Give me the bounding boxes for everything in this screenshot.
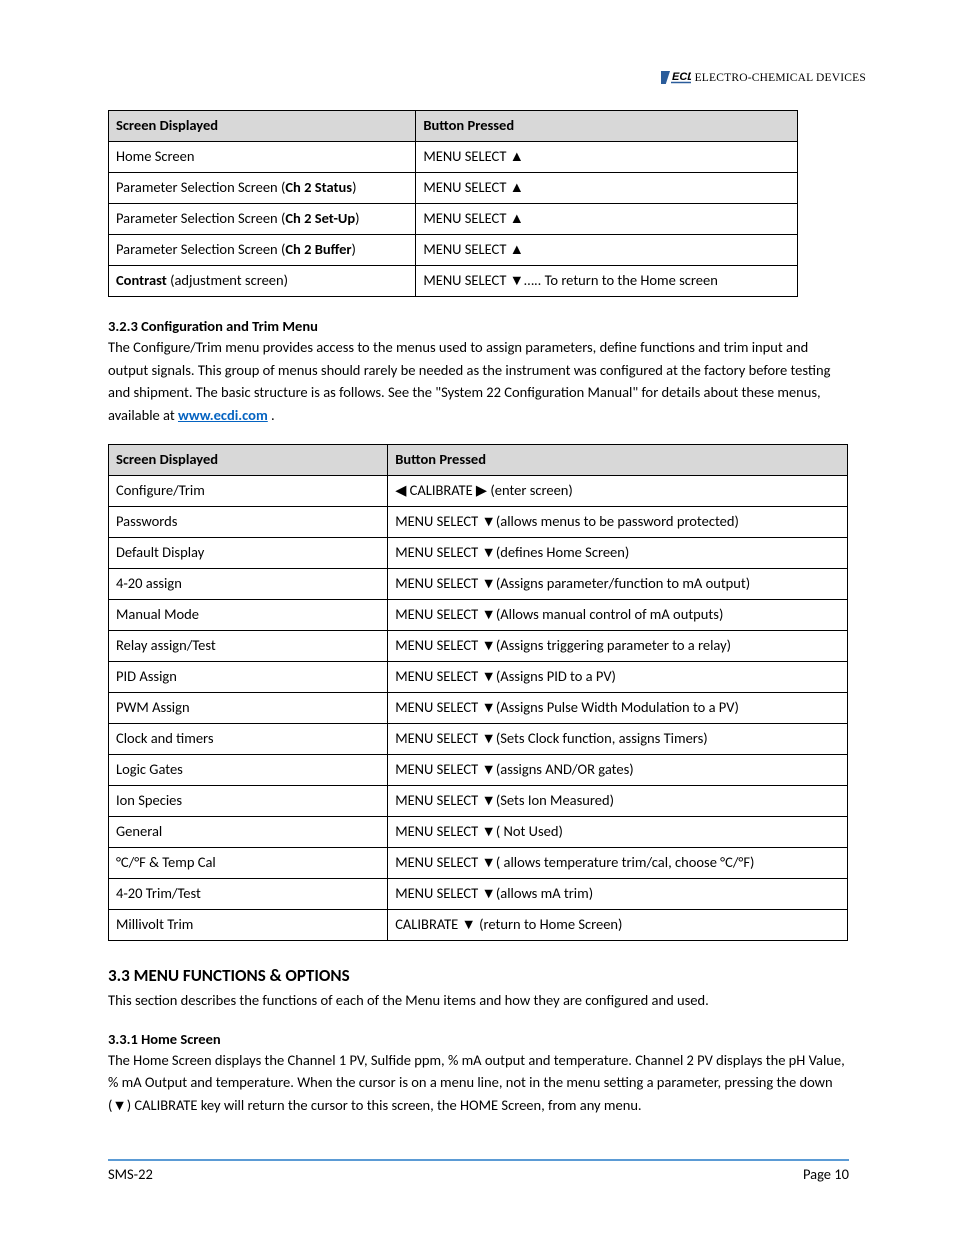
table-row: PID AssignMENU SELECT ▼(Assigns PID to a… [109,662,848,693]
table-row: Configure/Trim◀ CALIBRATE ▶ (enter scree… [109,475,848,506]
brand-logo-icon: ECD [661,68,691,88]
table-row: Contrast (adjustment screen) MENU SELECT… [109,266,798,297]
table-row: Parameter Selection Screen (Ch 2 Buffer)… [109,235,798,266]
brand-name: ELECTRO-CHEMICAL DEVICES [695,72,866,84]
cell-button: MENU SELECT ▼(allows menus to be passwor… [388,507,848,538]
cell-button: MENU SELECT ▼(assigns AND/OR gates) [388,755,848,786]
table-row: 4-20 assignMENU SELECT ▼(Assigns paramet… [109,569,848,600]
cell-screen: Millivolt Trim [109,910,388,941]
para-323: The Configure/Trim menu provides access … [108,336,849,426]
brand-header: ECD ELECTRO-CHEMICAL DEVICES [661,68,866,88]
cell-screen: Logic Gates [109,755,388,786]
cell-screen: Ion Species [109,786,388,817]
cell-screen: Parameter Selection Screen (Ch 2 Buffer) [109,235,416,266]
cell-screen: Configure/Trim [109,475,388,506]
table-row: GeneralMENU SELECT ▼( Not Used) [109,817,848,848]
heading-331: 3.3.1 Home Screen [108,1030,849,1048]
cell-screen: Home Screen [109,142,416,173]
heading-33: 3.3 MENU FUNCTIONS & OPTIONS [108,965,849,986]
table1-header-button: Button Pressed [416,111,798,142]
para-331: The Home Screen displays the Channel 1 P… [108,1049,849,1116]
table-row: Default DisplayMENU SELECT ▼(defines Hom… [109,538,848,569]
cell-screen: Manual Mode [109,600,388,631]
footer-page-number: Page 10 [803,1165,849,1183]
cell-screen: Passwords [109,507,388,538]
cell-screen: Default Display [109,538,388,569]
cell-button: MENU SELECT ▼(Allows manual control of m… [388,600,848,631]
table-row: PWM AssignMENU SELECT ▼(Assigns Pulse Wi… [109,693,848,724]
cell-button: MENU SELECT ▼( Not Used) [388,817,848,848]
cell-button: MENU SELECT ▼(Sets Clock function, assig… [388,724,848,755]
cell-button: MENU SELECT ▲ [416,173,798,204]
cell-button: ◀ CALIBRATE ▶ (enter screen) [388,475,848,506]
cell-screen: °C/°F & Temp Cal [109,848,388,879]
svg-text:ECD: ECD [672,71,691,83]
cell-screen: 4-20 assign [109,569,388,600]
table-row: °C/°F & Temp CalMENU SELECT ▼( allows te… [109,848,848,879]
cell-button: CALIBRATE ▼ (return to Home Screen) [388,910,848,941]
cell-button: MENU SELECT ▼….. To return to the Home s… [416,266,798,297]
cell-button: MENU SELECT ▼(Assigns parameter/function… [388,569,848,600]
para-33: This section describes the functions of … [108,989,849,1011]
cell-button: MENU SELECT ▲ [416,142,798,173]
cell-screen: Parameter Selection Screen (Ch 2 Set-Up) [109,204,416,235]
table-row: Parameter Selection Screen (Ch 2 Status)… [109,173,798,204]
link-ecdi[interactable]: www.ecdi.com [178,406,268,424]
cell-button: MENU SELECT ▲ [416,204,798,235]
cell-screen: Relay assign/Test [109,631,388,662]
cell-button: MENU SELECT ▼(defines Home Screen) [388,538,848,569]
cell-screen: PWM Assign [109,693,388,724]
cell-button: MENU SELECT ▲ [416,235,798,266]
cell-screen: PID Assign [109,662,388,693]
cell-screen: Contrast (adjustment screen) [109,266,416,297]
cell-button: MENU SELECT ▼(Assigns PID to a PV) [388,662,848,693]
cell-button: MENU SELECT ▼(allows mA trim) [388,879,848,910]
table2-header-screen: Screen Displayed [109,444,388,475]
table-row: Millivolt TrimCALIBRATE ▼ (return to Hom… [109,910,848,941]
cell-screen: Clock and timers [109,724,388,755]
table-row: Manual ModeMENU SELECT ▼(Allows manual c… [109,600,848,631]
cell-screen: 4-20 Trim/Test [109,879,388,910]
cell-button: MENU SELECT ▼(Sets Ion Measured) [388,786,848,817]
footer-doc-id: SMS-22 [108,1165,153,1183]
cell-button: MENU SELECT ▼( allows temperature trim/c… [388,848,848,879]
cell-button: MENU SELECT ▼(Assigns Pulse Width Modula… [388,693,848,724]
table-contrast-menu: Screen Displayed Button Pressed Home Scr… [108,110,798,297]
cell-screen: Parameter Selection Screen (Ch 2 Status) [109,173,416,204]
table-row: Parameter Selection Screen (Ch 2 Set-Up)… [109,204,798,235]
table-row: Ion SpeciesMENU SELECT ▼(Sets Ion Measur… [109,786,848,817]
table1-header-screen: Screen Displayed [109,111,416,142]
table2-header-button: Button Pressed [388,444,848,475]
table-row: Clock and timersMENU SELECT ▼(Sets Clock… [109,724,848,755]
heading-323: 3.2.3 Configuration and Trim Menu [108,317,849,335]
cell-button: MENU SELECT ▼(Assigns triggering paramet… [388,631,848,662]
page-footer: SMS-22 Page 10 [108,1159,849,1183]
table-row: PasswordsMENU SELECT ▼(allows menus to b… [109,507,848,538]
table-row: Relay assign/TestMENU SELECT ▼(Assigns t… [109,631,848,662]
table-row: Home Screen MENU SELECT ▲ [109,142,798,173]
table-configure-trim: Screen Displayed Button Pressed Configur… [108,444,848,941]
cell-screen: General [109,817,388,848]
table-row: 4-20 Trim/TestMENU SELECT ▼(allows mA tr… [109,879,848,910]
table-row: Logic GatesMENU SELECT ▼(assigns AND/OR … [109,755,848,786]
